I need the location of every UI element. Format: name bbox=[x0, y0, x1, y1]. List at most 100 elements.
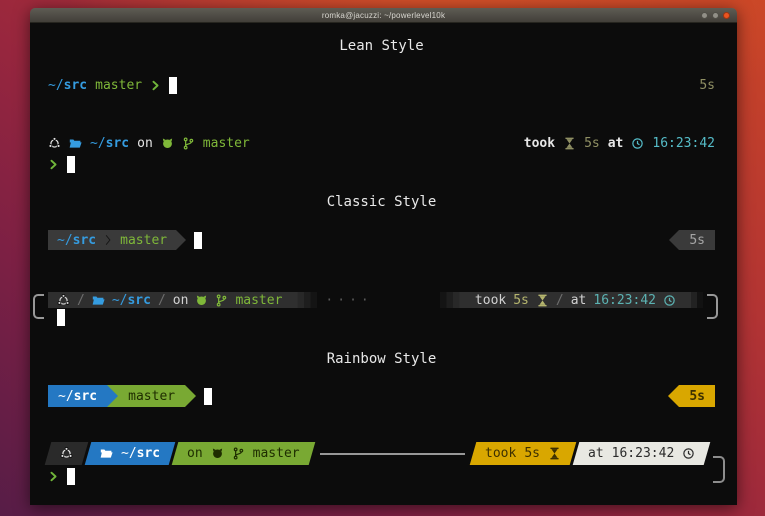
rainbow-git-segment: master bbox=[118, 385, 185, 407]
lean-prompt-1: ~/src master 5s bbox=[48, 76, 715, 94]
rainbow-time-segment: at 16:23:42 bbox=[572, 442, 710, 465]
current-directory: ~/src bbox=[48, 78, 87, 93]
terminal-cursor bbox=[194, 232, 202, 249]
terminal-cursor bbox=[67, 156, 75, 173]
command-duration: 5s bbox=[584, 136, 600, 151]
rainbow-git-segment: on master bbox=[172, 442, 315, 465]
rainbow-dir-segment: ~/src bbox=[85, 442, 176, 465]
prompt-frame-bracket-left bbox=[33, 294, 44, 319]
classic-style-heading: Classic Style bbox=[48, 193, 715, 211]
github-icon bbox=[161, 137, 174, 150]
classic-right-segment: 5s bbox=[679, 230, 715, 250]
current-directory: ~/src bbox=[57, 233, 96, 248]
classic-prompt-1: ~/src master 5s bbox=[48, 230, 715, 250]
powerline-arrow-icon bbox=[185, 385, 196, 407]
segment-fade bbox=[685, 292, 703, 308]
current-directory: ~/src bbox=[90, 136, 129, 151]
close-button[interactable] bbox=[723, 12, 730, 19]
github-icon bbox=[211, 447, 224, 460]
os-logo-icon bbox=[57, 294, 70, 307]
git-branch-icon bbox=[182, 137, 195, 150]
prompt-chevron-icon bbox=[48, 159, 59, 170]
clock-icon bbox=[682, 447, 695, 460]
window-title: romka@jacuzzi: ~/powerlevel10k bbox=[322, 11, 445, 20]
segment-separator-icon bbox=[103, 231, 113, 249]
powerline-arrow-icon bbox=[107, 385, 118, 407]
current-time: 16:23:42 bbox=[652, 136, 715, 151]
rainbow-prompt-2: ~/src on master bbox=[48, 442, 707, 465]
rainbow-dir-segment: ~/src bbox=[48, 385, 107, 407]
hourglass-icon bbox=[548, 447, 561, 460]
terminal-cursor bbox=[57, 309, 65, 326]
git-branch-icon bbox=[215, 294, 228, 307]
prompt-chevron-icon bbox=[48, 471, 59, 482]
terminal-cursor bbox=[169, 77, 177, 94]
current-directory: ~/src bbox=[58, 389, 97, 404]
lean-prompt-1-left: ~/src master bbox=[48, 77, 177, 94]
command-duration: 5s bbox=[699, 78, 715, 93]
git-branch-name: master bbox=[253, 446, 300, 461]
took-label: took bbox=[524, 136, 555, 151]
lean-prompt-2: ~/src on master took 5s at bbox=[48, 134, 715, 152]
powerline-arrow-icon bbox=[669, 230, 679, 250]
rainbow-prompt-2-input-line bbox=[48, 467, 715, 485]
current-time: 16:23:42 bbox=[611, 446, 674, 461]
powerline-arrow-icon bbox=[176, 230, 186, 250]
terminal-cursor bbox=[204, 388, 212, 405]
terminal-content[interactable]: Lean Style ~/src master 5s bbox=[30, 23, 737, 505]
git-branch-name: master bbox=[235, 293, 282, 308]
prompt-filler-dots: ···· bbox=[317, 293, 440, 308]
segment-separator: / bbox=[158, 293, 166, 308]
classic-prompt-2-input-line bbox=[48, 308, 715, 326]
segment-fade bbox=[440, 292, 466, 308]
clock-icon bbox=[631, 137, 644, 150]
current-directory: ~/src bbox=[121, 446, 160, 461]
git-branch-name: master bbox=[95, 78, 142, 93]
at-label: at bbox=[608, 136, 624, 151]
classic-left-segment: / ~/src / on master bbox=[48, 292, 291, 308]
command-duration: 5s bbox=[689, 233, 705, 248]
rainbow-prompt-1: ~/src master 5s bbox=[48, 385, 715, 407]
command-duration: 5s bbox=[513, 293, 529, 308]
command-duration: 5s bbox=[689, 389, 705, 404]
lean-prompt-2-right: took 5s at 16:23:42 bbox=[524, 136, 715, 151]
took-label: took bbox=[475, 293, 506, 308]
git-branch-name: master bbox=[128, 389, 175, 404]
maximize-button[interactable] bbox=[712, 12, 719, 19]
os-logo-icon bbox=[48, 137, 61, 150]
on-label: on bbox=[187, 446, 203, 461]
lean-prompt-2-input-line bbox=[48, 155, 715, 173]
lean-prompt-2-left: ~/src on master bbox=[48, 136, 250, 151]
git-branch-name: master bbox=[120, 233, 167, 248]
git-branch-name: master bbox=[203, 136, 250, 151]
folder-icon bbox=[69, 137, 82, 150]
prompt-connector-line bbox=[320, 453, 465, 455]
on-label: on bbox=[173, 293, 189, 308]
at-label: at bbox=[571, 293, 587, 308]
os-logo-icon bbox=[60, 447, 73, 460]
prompt-chevron-icon bbox=[150, 80, 161, 91]
current-directory: ~/src bbox=[112, 293, 151, 308]
powerline-arrow-icon bbox=[668, 385, 679, 407]
window-titlebar[interactable]: romka@jacuzzi: ~/powerlevel10k bbox=[30, 8, 737, 23]
desktop-background: romka@jacuzzi: ~/powerlevel10k Lean Styl… bbox=[0, 0, 765, 516]
rainbow-duration-segment: took 5s bbox=[469, 442, 576, 465]
segment-separator: / bbox=[556, 293, 564, 308]
classic-left-segment: ~/src master bbox=[48, 230, 176, 250]
terminal-cursor bbox=[67, 468, 75, 485]
rainbow-style-heading: Rainbow Style bbox=[48, 350, 715, 368]
at-label: at bbox=[588, 446, 604, 461]
current-time: 16:23:42 bbox=[593, 293, 656, 308]
classic-prompt-2: / ~/src / on master ···· bbox=[48, 292, 703, 308]
rainbow-duration-segment: 5s bbox=[679, 385, 715, 407]
segment-separator: / bbox=[77, 293, 85, 308]
classic-right-segment: took 5s / at 16:23:42 bbox=[466, 292, 685, 308]
git-branch-icon bbox=[232, 447, 245, 460]
command-duration: 5s bbox=[524, 446, 540, 461]
rainbow-os-segment bbox=[45, 442, 89, 465]
terminal-window: romka@jacuzzi: ~/powerlevel10k Lean Styl… bbox=[30, 8, 737, 505]
window-controls bbox=[701, 12, 730, 19]
minimize-button[interactable] bbox=[701, 12, 708, 19]
lean-style-heading: Lean Style bbox=[48, 37, 715, 55]
hourglass-icon bbox=[563, 137, 576, 150]
